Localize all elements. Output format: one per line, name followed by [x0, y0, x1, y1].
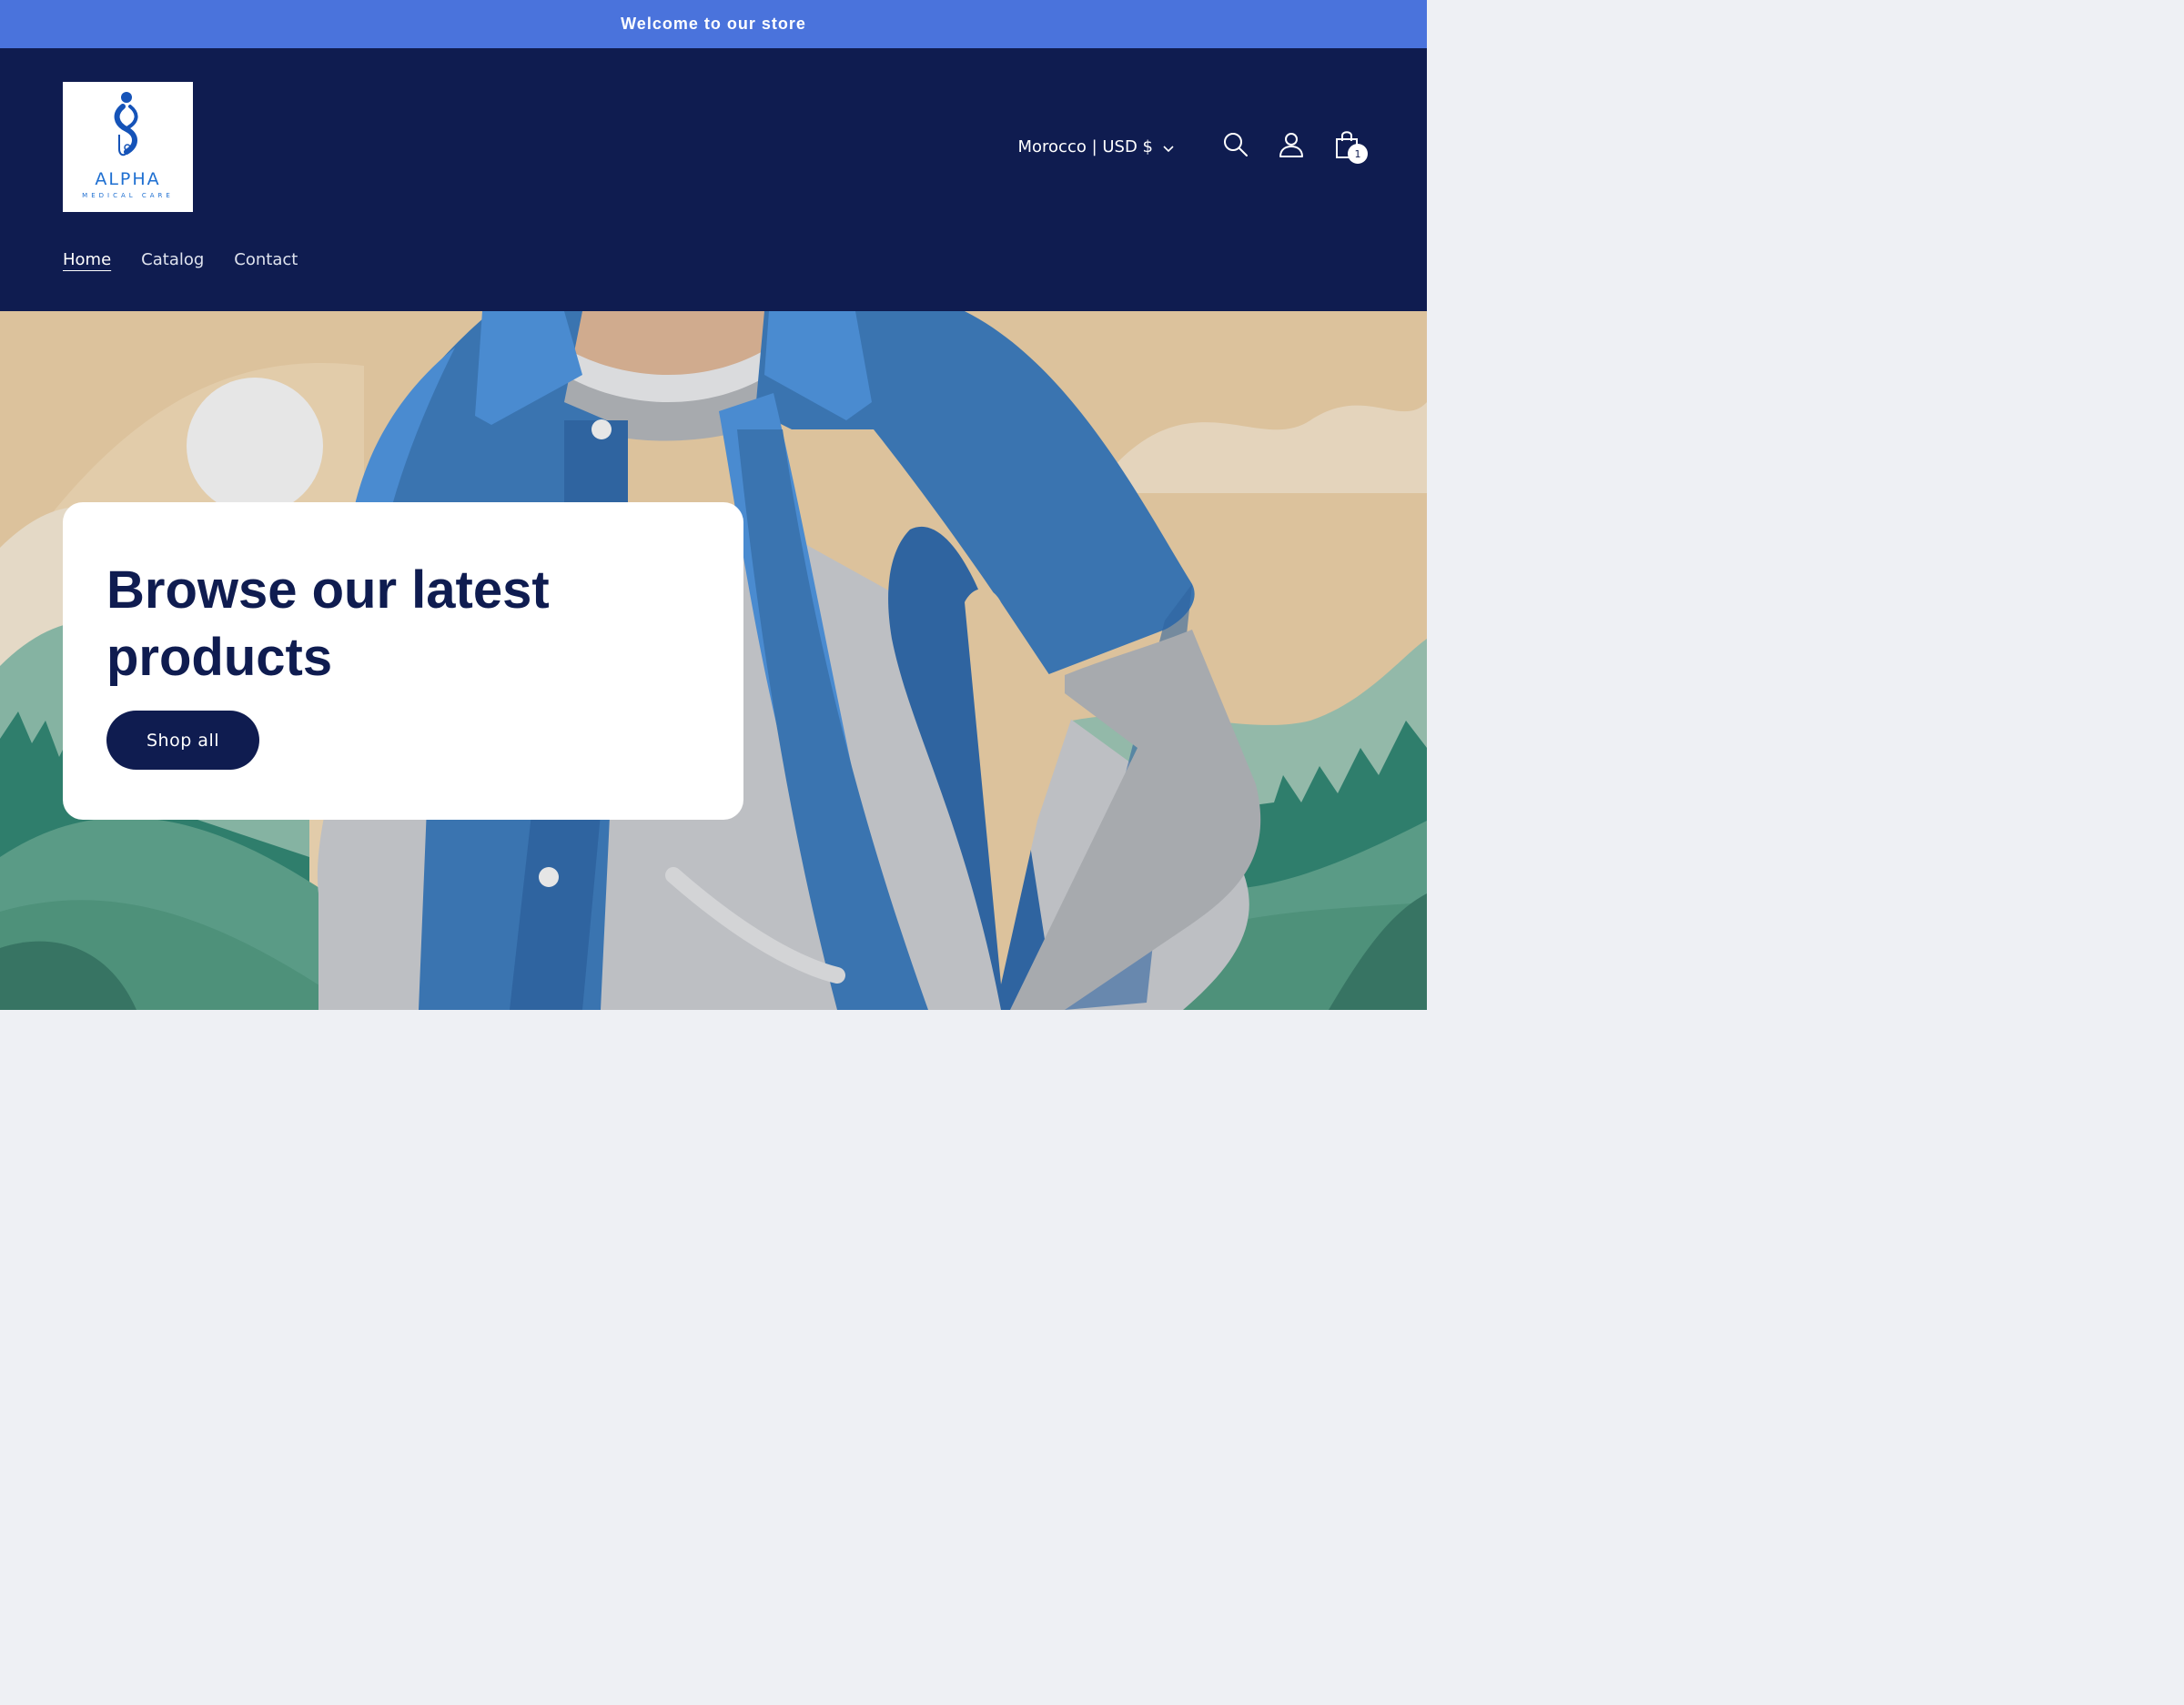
- shop-all-button[interactable]: Shop all: [106, 711, 259, 770]
- page-content-below: [0, 1010, 1427, 1114]
- nav-item-home[interactable]: Home: [63, 250, 111, 269]
- site-header: ALPHA MEDICAL CARE Morocco | USD $ 1 Hom…: [0, 48, 1427, 311]
- store-logo[interactable]: ALPHA MEDICAL CARE: [63, 82, 193, 212]
- logo-title: ALPHA: [95, 169, 161, 189]
- hero-content-card: Browse our latest products Shop all: [63, 502, 743, 820]
- announcement-text: Welcome to our store: [621, 15, 806, 33]
- search-icon: [1222, 131, 1249, 162]
- account-icon: [1278, 131, 1305, 162]
- country-currency-selector[interactable]: Morocco | USD $: [1017, 137, 1175, 156]
- hero-heading: Browse our latest products: [106, 560, 550, 687]
- localization-label: Morocco | USD $: [1017, 136, 1153, 156]
- header-actions: Morocco | USD $ 1: [1017, 128, 1368, 165]
- main-nav: Home Catalog Contact: [63, 250, 328, 269]
- search-button[interactable]: [1218, 128, 1254, 165]
- cart-button[interactable]: 1: [1329, 128, 1368, 165]
- account-button[interactable]: [1273, 128, 1309, 165]
- nav-item-catalog[interactable]: Catalog: [141, 250, 204, 269]
- nav-item-contact[interactable]: Contact: [234, 250, 298, 269]
- chevron-down-icon: [1162, 140, 1175, 153]
- announcement-bar: Welcome to our store: [0, 0, 1427, 48]
- logo-subtitle: MEDICAL CARE: [82, 192, 174, 199]
- cart-count-badge: 1: [1348, 144, 1368, 164]
